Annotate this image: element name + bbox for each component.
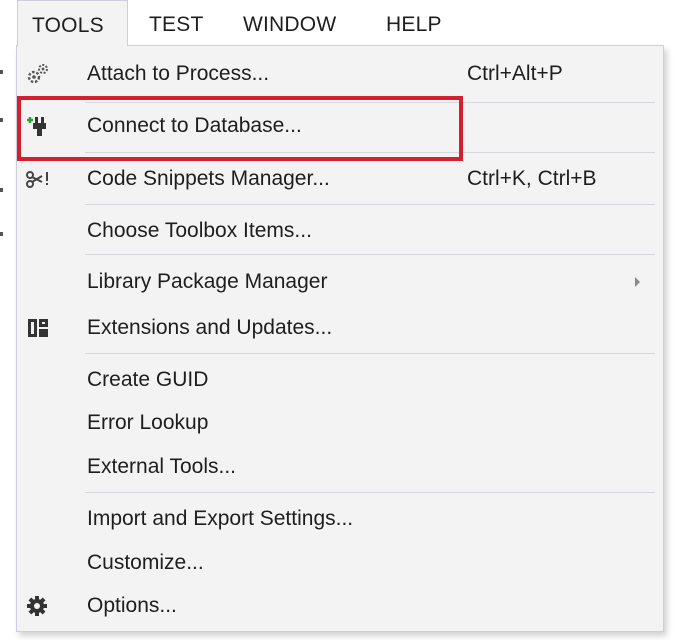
- menu-item-external-tools[interactable]: External Tools...: [17, 447, 663, 487]
- menu-item-options[interactable]: Options...: [17, 586, 663, 626]
- menu-item-label: Connect to Database...: [87, 114, 302, 137]
- menu-item-extensions-and-updates[interactable]: Extensions and Updates...: [17, 308, 663, 348]
- menu-test[interactable]: TEST: [149, 0, 203, 46]
- menu-item-connect-to-database[interactable]: Connect to Database...: [17, 106, 663, 146]
- menu-item-code-snippets-manager[interactable]: Code Snippets Manager... Ctrl+K, Ctrl+B: [17, 159, 663, 199]
- menu-item-label: Import and Export Settings...: [87, 507, 354, 530]
- background-editor-mark: [0, 232, 3, 236]
- menu-item-error-lookup[interactable]: Error Lookup: [17, 403, 663, 443]
- menu-bar: TOOLS TEST WINDOW HELP: [0, 0, 675, 46]
- menu-item-label: External Tools...: [87, 455, 237, 478]
- menu-item-create-guid[interactable]: Create GUID: [17, 360, 663, 400]
- menu-item-attach-to-process[interactable]: Attach to Process... Ctrl+Alt+P: [17, 54, 663, 94]
- background-editor-mark: [0, 188, 3, 192]
- menu-item-import-export-settings[interactable]: Import and Export Settings...: [17, 499, 663, 539]
- menu-item-choose-toolbox-items[interactable]: Choose Toolbox Items...: [17, 211, 663, 251]
- menu-item-label: Customize...: [87, 551, 204, 574]
- extensions-icon: [25, 316, 51, 340]
- attach-process-icon: [25, 62, 51, 86]
- menu-separator: [85, 102, 655, 103]
- background-editor-mark: [0, 118, 3, 122]
- background-editor-mark: [0, 70, 3, 74]
- menu-item-label: Library Package Manager: [87, 270, 328, 293]
- menu-item-shortcut: Ctrl+Alt+P: [467, 62, 563, 85]
- menu-separator: [85, 204, 655, 205]
- menu-window[interactable]: WINDOW: [243, 0, 336, 46]
- gear-icon: [25, 594, 51, 618]
- menu-item-label: Attach to Process...: [87, 62, 270, 85]
- menu-tools[interactable]: TOOLS: [17, 0, 128, 46]
- menu-item-shortcut: Ctrl+K, Ctrl+B: [467, 167, 597, 190]
- menu-help[interactable]: HELP: [386, 0, 442, 46]
- menu-item-label: Extensions and Updates...: [87, 316, 333, 339]
- tools-dropdown-menu: Attach to Process... Ctrl+Alt+P Connect …: [16, 45, 664, 632]
- menu-separator: [85, 152, 655, 153]
- menu-item-label: Code Snippets Manager...: [87, 167, 330, 190]
- submenu-arrow-icon: [635, 277, 640, 287]
- connect-database-icon: [25, 114, 51, 138]
- menu-item-label: Choose Toolbox Items...: [87, 219, 312, 242]
- menu-separator: [85, 492, 655, 493]
- code-snippets-icon: [25, 167, 51, 191]
- menu-item-label: Options...: [87, 594, 177, 617]
- menu-item-customize[interactable]: Customize...: [17, 543, 663, 583]
- menu-item-library-package-manager[interactable]: Library Package Manager: [17, 262, 663, 302]
- menu-separator: [85, 254, 655, 255]
- menu-separator: [85, 353, 655, 354]
- menu-item-label: Error Lookup: [87, 411, 209, 434]
- menu-item-label: Create GUID: [87, 368, 209, 391]
